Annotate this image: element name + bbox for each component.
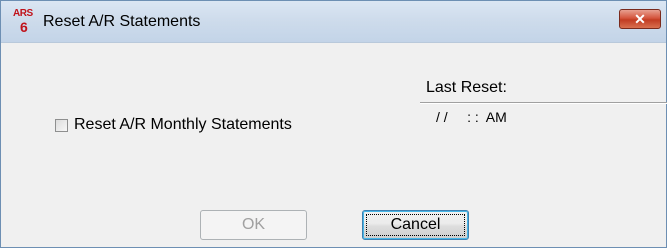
app-icon-top-text: ARS bbox=[13, 8, 33, 19]
app-icon-bottom-text: 6 bbox=[20, 19, 28, 35]
last-reset-value: / / : : AM bbox=[436, 109, 507, 125]
dialog-content: Last Reset: / / : : AM Reset A/R Monthly… bbox=[9, 43, 667, 240]
app-icon: ARS 6 bbox=[13, 7, 37, 37]
close-icon: ✕ bbox=[634, 11, 646, 27]
reset-monthly-statements-label[interactable]: Reset A/R Monthly Statements bbox=[74, 116, 292, 134]
reset-ar-statements-dialog: ARS 6 Reset A/R Statements ✕ Last Reset:… bbox=[0, 0, 667, 248]
reset-monthly-statements-checkbox[interactable] bbox=[55, 119, 68, 132]
last-reset-divider bbox=[420, 102, 667, 104]
cancel-button[interactable]: Cancel bbox=[362, 210, 469, 240]
last-reset-label: Last Reset: bbox=[426, 79, 507, 96]
ok-button[interactable]: OK bbox=[200, 210, 307, 240]
focus-rectangle bbox=[366, 214, 465, 236]
dialog-title: Reset A/R Statements bbox=[43, 13, 201, 30]
close-button[interactable]: ✕ bbox=[619, 9, 661, 29]
title-bar[interactable]: ARS 6 Reset A/R Statements ✕ bbox=[1, 1, 666, 43]
